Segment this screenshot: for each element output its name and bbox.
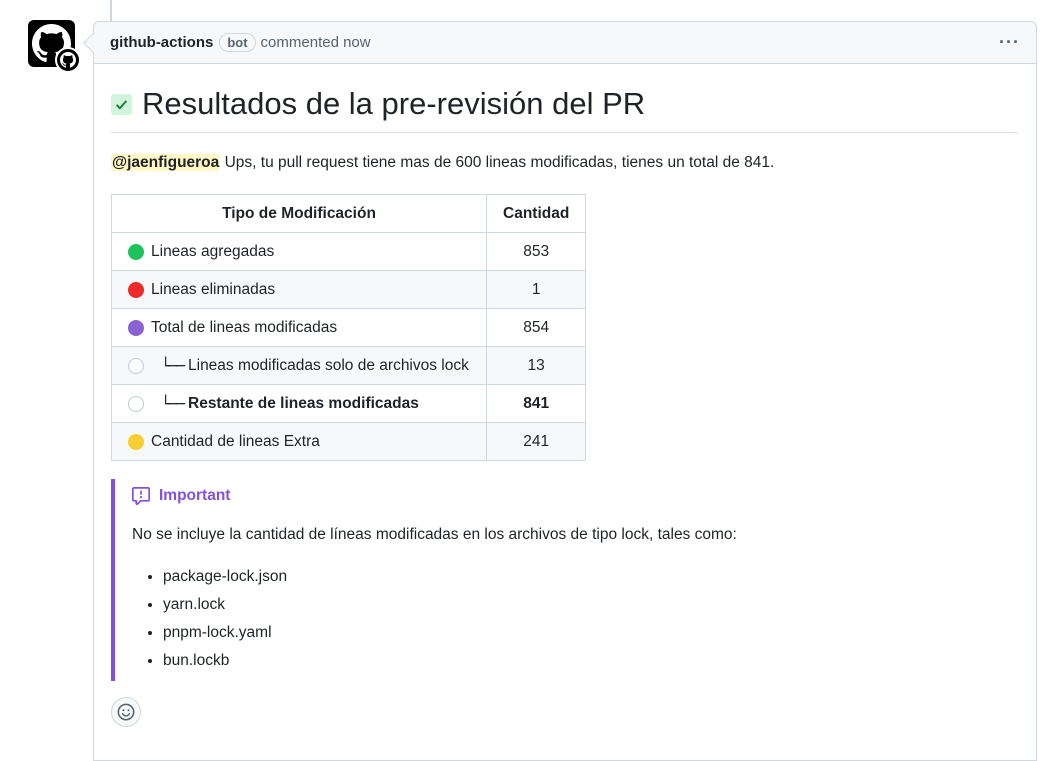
row-label: Lineas eliminadas: [151, 280, 276, 298]
comment-body: Resultados de la pre-revisión del PR @ja…: [94, 86, 1036, 681]
row-value: 854: [485, 308, 587, 347]
comment-header: github-actions bot commented now ···: [94, 22, 1036, 64]
list-item: yarn.lock: [163, 591, 1018, 619]
comment-box: github-actions bot commented now ··· Res…: [93, 21, 1037, 761]
row-label: Cantidad de lineas Extra: [151, 432, 320, 450]
row-value: 241: [485, 422, 587, 461]
check-mark-icon: [111, 93, 132, 115]
heading-text: Resultados de la pre-revisión del PR: [142, 86, 646, 121]
more-options-button[interactable]: ···: [999, 32, 1020, 53]
green-circle-icon: [128, 243, 144, 260]
user-mention[interactable]: @jaenfigueroa: [111, 154, 221, 171]
row-value: 1: [485, 270, 587, 309]
red-circle-icon: [128, 281, 144, 298]
empty-circle-icon: [128, 395, 144, 412]
comment-timestamp[interactable]: commented now: [261, 34, 371, 51]
row-value: 13: [485, 346, 587, 385]
table-row: └── Restante de lineas modificadas 841: [111, 384, 587, 423]
modifications-table: Tipo de Modificación Cantidad Lineas agr…: [111, 194, 587, 461]
list-item: bun.lockb: [163, 647, 1018, 675]
tree-branch: └──: [161, 394, 185, 413]
important-alert: Important No se incluye la cantidad de l…: [111, 479, 1018, 681]
row-label: Lineas agregadas: [151, 242, 275, 260]
tree-branch: └──: [161, 356, 185, 375]
comment-heading: Resultados de la pre-revisión del PR: [111, 86, 1018, 133]
timeline-line: [110, 0, 112, 22]
list-item: package-lock.json: [163, 563, 1018, 591]
table-row: Total de lineas modificadas 854: [111, 308, 587, 347]
smiley-icon: [117, 703, 135, 721]
table-row: └── Lineas modificadas solo de archivos l…: [111, 346, 587, 385]
intro-paragraph: @jaenfigueroa Ups, tu pull request tiene…: [111, 152, 1018, 174]
empty-circle-icon: [128, 357, 144, 374]
intro-text: Ups, tu pull request tiene mas de 600 li…: [220, 154, 775, 171]
alert-text: No se incluye la cantidad de líneas modi…: [132, 526, 737, 543]
lockfile-list: package-lock.json yarn.lock pnpm-lock.ya…: [132, 563, 1018, 675]
yellow-circle-icon: [128, 433, 144, 450]
table-row: Lineas eliminadas 1: [111, 270, 587, 309]
list-item: pnpm-lock.yaml: [163, 619, 1018, 647]
row-label: Lineas modificadas solo de archivos lock: [188, 356, 469, 374]
alert-title: Important: [132, 487, 1018, 505]
author-link[interactable]: github-actions: [110, 34, 213, 51]
bot-badge-icon: [55, 47, 81, 73]
row-label: Total de lineas modificadas: [151, 318, 338, 336]
header-cantidad: Cantidad: [485, 194, 587, 233]
report-icon: [132, 487, 150, 505]
table-row: Cantidad de lineas Extra 241: [111, 422, 587, 461]
header-tipo: Tipo de Modificación: [111, 194, 487, 233]
purple-circle-icon: [128, 319, 144, 336]
bot-label: bot: [219, 33, 256, 52]
table-row: Lineas agregadas 853: [111, 232, 587, 271]
table-header-row: Tipo de Modificación Cantidad: [111, 194, 587, 233]
row-value: 841: [485, 384, 587, 423]
alert-title-text: Important: [159, 487, 231, 504]
row-label: Restante de lineas modificadas: [188, 394, 419, 412]
row-value: 853: [485, 232, 587, 271]
add-reaction-button[interactable]: [111, 697, 141, 727]
